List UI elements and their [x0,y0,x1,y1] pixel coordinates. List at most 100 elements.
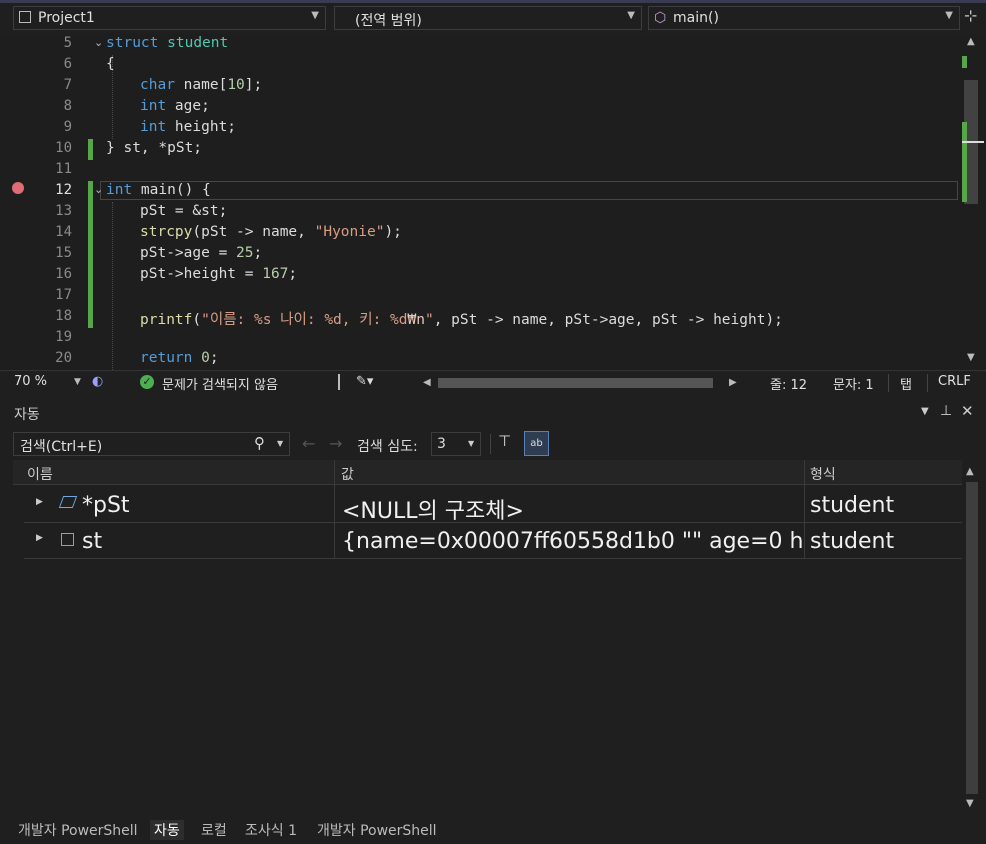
code-text: pSt->height = 167; [140,266,298,282]
chevron-down-icon: ▼ [311,10,319,21]
change-marker [962,56,967,68]
scroll-right-icon[interactable]: ▶ [729,377,737,388]
scroll-thumb[interactable] [966,482,978,794]
code-text: int height; [140,119,237,135]
autos-panel: 자동 ▼ ⊥ ✕ 검색(Ctrl+E) ⚲ ▼ ← → 검색 심도: 3 ▼ ⊤… [0,396,986,816]
code-line: 14 strcpy(pSt -> name, "Hyonie"); [0,223,958,244]
expand-arrow-icon[interactable]: ▶ [36,497,43,507]
line-number: 18 [55,308,72,324]
line-number: 8 [63,98,72,114]
chevron-down-icon: ▼ [945,10,953,21]
scroll-down-icon[interactable]: ▼ [967,352,975,363]
panel-vertical-scrollbar[interactable]: ▲ ▼ [962,460,982,816]
line-number: 10 [55,140,72,156]
code-line: 7 char name[10]; [0,76,958,97]
char-indicator[interactable]: 문자: 1 [833,374,874,393]
chevron-down-icon: ▼ [627,10,635,21]
code-line: 18 printf("이름: %s 나이: %d, 키: %d₩n", pSt … [0,307,958,328]
line-number: 12 [55,182,72,198]
brush-icon[interactable]: ✎▾ [356,374,373,389]
scope-dropdown[interactable]: (전역 범위) ▼ [334,6,642,30]
issues-status[interactable]: 문제가 검색되지 않음 [162,374,278,393]
line-number: 16 [55,266,72,282]
variable-icon [61,533,74,546]
line-indicator[interactable]: 줄: 12 [770,374,807,393]
line-number: 7 [63,77,72,93]
code-text: int main() { [106,182,211,198]
variable-icon [58,496,78,508]
check-icon: ✓ [140,375,154,389]
scroll-up-icon[interactable]: ▲ [966,466,974,477]
code-line: 8 int age; [0,97,958,118]
scroll-left-icon[interactable]: ◀ [423,377,431,388]
line-number: 15 [55,245,72,261]
close-icon[interactable]: ✕ [961,402,974,420]
tab-autos[interactable]: 자동 [150,820,184,840]
column-header-value[interactable]: 값 [341,464,354,488]
project-dropdown[interactable]: Project1 ▼ [13,6,326,30]
separator [888,374,889,392]
tool-window-tabs: 개발자 PowerShell 자동 로컬 조사식 1 개발자 PowerShel… [0,816,986,844]
code-line: 16 pSt->height = 167; [0,265,958,286]
table-row[interactable]: ▶ *pSt <NULL의 구조체> student [24,488,962,525]
chevron-down-icon: ▼ [468,439,475,448]
separator [490,434,491,454]
code-line: 6 { [0,55,958,76]
code-text: pSt = &st; [140,203,228,219]
tab-developer-powershell-2[interactable]: 개발자 PowerShell [317,820,437,840]
scroll-down-icon[interactable]: ▼ [966,798,974,809]
scroll-up-icon[interactable]: ▲ [967,36,975,47]
pin-icon[interactable]: ⊥ [940,403,952,419]
line-number: 13 [55,203,72,219]
code-editor[interactable]: ⌄ ⌄ 5 struct student 6 { 7 char name[10]… [0,34,986,370]
code-line: 19 [0,328,958,349]
horizontal-scroll-thumb[interactable] [438,378,713,388]
forward-arrow-icon[interactable]: → [329,434,342,453]
search-input[interactable]: 검색(Ctrl+E) ⚲ ▼ [13,432,290,456]
depth-dropdown[interactable]: 3 ▼ [431,432,481,456]
variable-value[interactable]: {name=0x00007ff60558d1b0 "" age=0 h... [342,529,802,554]
depth-label: 검색 심도: [357,439,418,455]
column-header-name[interactable]: 이름 [27,464,53,488]
cube-icon: ⬡ [654,10,667,26]
panel-title: 자동 [14,407,40,423]
navigation-bar: Project1 ▼ (전역 범위) ▼ ⬡ main() ▼ ⊹ [0,0,986,34]
code-line: 11 [0,160,958,181]
back-arrow-icon[interactable]: ← [302,434,315,453]
column-header-type[interactable]: 형식 [810,464,836,488]
line-number: 5 [63,35,72,51]
code-text: return 0; [140,350,219,366]
tab-indicator[interactable]: 탭 [900,374,912,393]
code-text: char name[10]; [140,77,263,93]
code-line: 20 return 0; [0,349,958,370]
editor-vertical-scrollbar[interactable]: ▲ ▼ [960,34,986,370]
code-line: 5 struct student [0,34,958,55]
zoom-level[interactable]: 70 % [14,374,47,389]
code-text: pSt->age = 25; [140,245,263,261]
line-number: 11 [55,161,72,177]
tab-watch-1[interactable]: 조사식 1 [245,820,297,840]
code-text: strcpy(pSt -> name, "Hyonie"); [140,224,402,240]
line-number: 14 [55,224,72,240]
split-icon[interactable]: ⊹ [964,6,977,25]
panel-menu-icon[interactable]: ▼ [921,406,929,417]
function-label: main() [673,10,719,26]
variable-value[interactable]: <NULL의 구조체> [342,493,802,525]
pin-expression-icon[interactable]: ⊤ [498,432,511,450]
tab-developer-powershell[interactable]: 개발자 PowerShell [18,820,138,840]
tab-locals[interactable]: 로컬 [201,820,227,840]
project-label: Project1 [38,10,95,26]
search-icon[interactable]: ⚲ [254,434,265,452]
function-dropdown[interactable]: ⬡ main() ▼ [648,6,960,30]
code-text: } st, *pSt; [106,140,203,156]
expand-arrow-icon[interactable]: ▶ [36,533,43,543]
format-icon[interactable]: ab [524,431,549,456]
line-number: 9 [63,119,72,135]
chevron-down-icon[interactable]: ▼ [74,377,81,387]
line-number: 6 [63,56,72,72]
chevron-down-icon[interactable]: ▼ [277,439,283,448]
table-row[interactable]: ▶ st {name=0x00007ff60558d1b0 "" age=0 h… [24,524,962,559]
eol-indicator[interactable]: CRLF [938,374,971,389]
line-number: 20 [55,350,72,366]
copilot-icon[interactable]: ◐ [92,374,103,389]
